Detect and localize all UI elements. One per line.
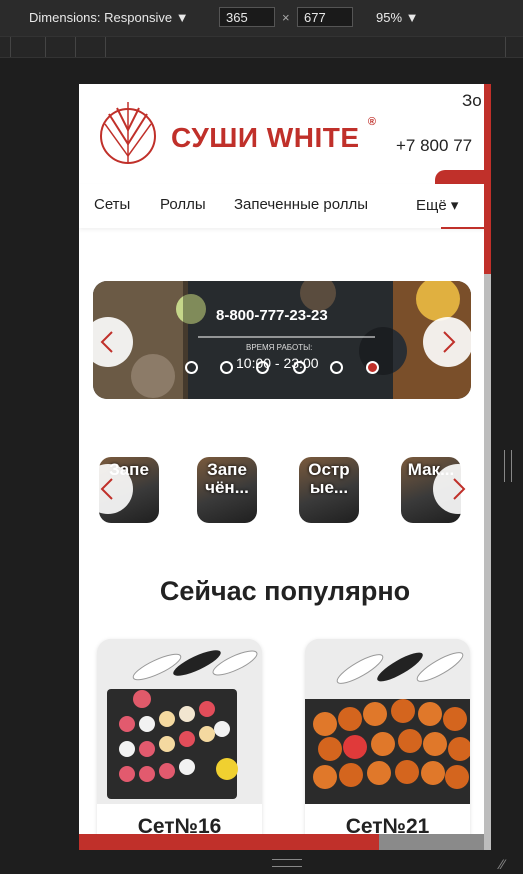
times-sign: × [282,10,290,25]
chevron-left-icon [100,478,113,500]
zoom-label: 95% [376,10,403,25]
chevron-right-icon [443,331,456,353]
slide-dot[interactable] [256,361,269,374]
chevron-left-icon [100,331,113,353]
zoom-dropdown[interactable]: 95% ▼ [376,10,419,25]
hero-banner[interactable]: 8-800-777-23-23 ВРЕМЯ РАБОТЫ: 10:00 - 23… [93,281,471,399]
banner-next-button[interactable] [423,317,473,367]
caret-down-icon: ▾ [450,197,459,214]
dimensions-dropdown[interactable]: Dimensions: Responsive ▼ [29,10,189,25]
banner-background-image [93,281,471,399]
nav-item-rolls[interactable]: Роллы [160,196,206,213]
media-query-bar[interactable] [0,36,523,58]
product-image [305,639,470,804]
chevron-right-icon [453,478,466,500]
banner-hours: 10:00 - 23:00 [236,355,319,371]
city-link[interactable]: Зо [462,91,482,111]
slide-dot-active[interactable] [366,361,379,374]
nav-more-label: Ещё [416,197,447,214]
brand-text: СУШИ WHITE [171,122,360,153]
viewport-scrollbar-thumb[interactable] [484,84,491,274]
device-viewport: СУШИ WHITE ® Зо +7 800 77 Сеты Роллы Зап… [79,84,491,850]
dimensions-label: Dimensions: Responsive [29,10,173,25]
slide-dot[interactable] [330,361,343,374]
slide-dot[interactable] [220,361,233,374]
nav-item-sets[interactable]: Сеты [94,196,130,213]
bottom-progress-bar [79,834,491,850]
banner-phone: 8-800-777-23-23 [216,307,328,324]
category-next-button[interactable] [433,464,483,514]
category-tile[interactable]: Запе чён... [197,457,257,523]
header-phone[interactable]: +7 800 77 [396,136,472,156]
resize-corner-icon[interactable]: ⁄⁄ [500,856,505,872]
product-card[interactable]: Сет№16 [97,639,262,850]
banner-hours-label: ВРЕМЯ РАБОТЫ: [246,343,313,352]
nav-item-baked-rolls[interactable]: Запеченные роллы [234,196,368,213]
resize-handle-bottom[interactable] [272,859,302,867]
main-nav: Сеты Роллы Запеченные роллы Ещё ▾ [79,184,491,228]
devtools-toolbar: Dimensions: Responsive ▼ 365 × 677 95% ▼ [0,0,523,36]
brand-name[interactable]: СУШИ WHITE ® [171,116,376,154]
resize-handle-right[interactable] [504,450,512,482]
height-input[interactable]: 677 [297,7,353,27]
sushi-white-logo-icon [100,102,156,164]
category-label: Остр ые... [308,460,350,497]
width-input[interactable]: 365 [219,7,275,27]
category-tile[interactable]: Остр ые... [299,457,359,523]
popular-heading: Сейчас популярно [159,576,411,606]
slide-dot[interactable] [185,361,198,374]
category-prev-button[interactable] [83,464,133,514]
product-card[interactable]: Сет№21 [305,639,470,850]
banner-prev-button[interactable] [83,317,133,367]
nav-item-more[interactable]: Ещё ▾ [416,196,458,214]
registered-mark: ® [367,115,377,128]
slide-dot[interactable] [293,361,306,374]
category-label: Запе чён... [205,460,249,497]
product-image [97,639,262,804]
